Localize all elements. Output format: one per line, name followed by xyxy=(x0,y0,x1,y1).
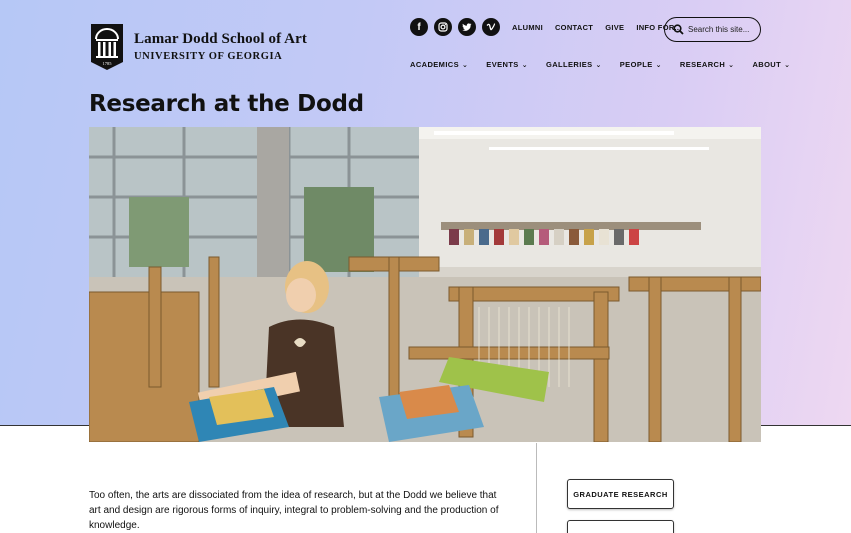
alumni-link[interactable]: ALUMNI xyxy=(512,23,543,32)
search-input[interactable] xyxy=(688,25,758,34)
uga-arch-icon: 1785 xyxy=(91,24,123,70)
content-divider xyxy=(536,443,537,533)
search-box[interactable] xyxy=(664,17,761,42)
hero-image xyxy=(89,127,761,442)
page-title: Research at the Dodd xyxy=(89,91,364,117)
main-nav: ACADEMICS ⌄ EVENTS ⌄ GALLERIES ⌄ PEOPLE ⌄ RE… xyxy=(410,60,790,69)
contact-link[interactable]: CONTACT xyxy=(555,23,593,32)
search-icon xyxy=(673,24,684,35)
nav-research[interactable]: RESEARCH ⌄ xyxy=(680,60,735,69)
graduate-research-button[interactable]: GRADUATE RESEARCH xyxy=(567,479,674,509)
chevron-down-icon: ⌄ xyxy=(784,61,791,69)
svg-text:1785: 1785 xyxy=(103,61,113,66)
nav-galleries[interactable]: GALLERIES ⌄ xyxy=(546,60,602,69)
nav-events[interactable]: EVENTS ⌄ xyxy=(486,60,528,69)
utility-bar: f ALUMNI CONTACT GIVE INFO FOR... xyxy=(410,18,682,36)
instagram-icon[interactable] xyxy=(434,18,452,36)
nav-people[interactable]: PEOPLE ⌄ xyxy=(620,60,662,69)
nav-academics[interactable]: ACADEMICS ⌄ xyxy=(410,60,468,69)
chevron-down-icon: ⌄ xyxy=(595,61,602,69)
chevron-down-icon: ⌄ xyxy=(655,61,662,69)
nav-label: RESEARCH xyxy=(679,60,726,69)
chevron-down-icon: ⌄ xyxy=(521,61,528,69)
chevron-down-icon: ⌄ xyxy=(728,61,735,69)
site-logo[interactable]: 1785 Lamar Dodd School of Art UNIVERSITY… xyxy=(89,22,307,72)
nav-label: PEOPLE xyxy=(619,60,653,69)
nav-label: GALLERIES xyxy=(545,60,593,69)
logo-school-name: Lamar Dodd School of Art xyxy=(134,31,307,48)
logo-university-name: UNIVERSITY OF GEORGIA xyxy=(134,50,283,62)
nav-label: EVENTS xyxy=(486,60,519,69)
sidebar-button-2[interactable] xyxy=(567,520,674,533)
give-link[interactable]: GIVE xyxy=(605,23,624,32)
chevron-down-icon: ⌄ xyxy=(462,61,469,69)
vimeo-icon[interactable] xyxy=(482,18,500,36)
twitter-icon[interactable] xyxy=(458,18,476,36)
nav-about[interactable]: ABOUT ⌄ xyxy=(752,60,790,69)
facebook-icon[interactable]: f xyxy=(410,18,428,36)
nav-label: ABOUT xyxy=(752,60,782,69)
nav-label: ACADEMICS xyxy=(410,60,460,69)
intro-paragraph: Too often, the arts are dissociated from… xyxy=(89,490,499,531)
